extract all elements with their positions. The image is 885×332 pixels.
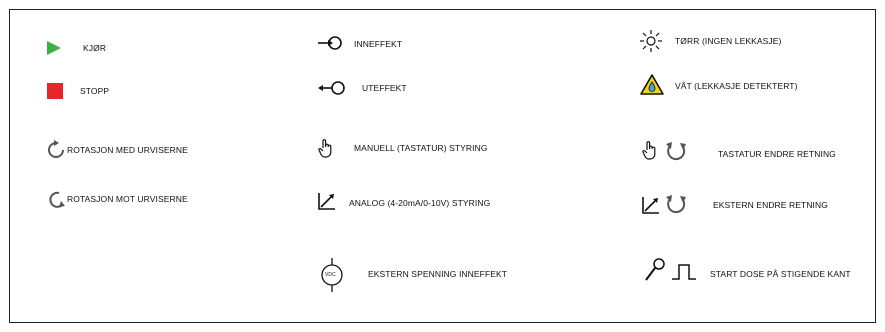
stop-icon — [47, 83, 63, 99]
run-icon — [47, 41, 61, 55]
external-reverse-label: EKSTERN ENDRE RETNING — [713, 200, 828, 210]
run-label: KJØR — [83, 43, 107, 53]
analog-control-label: ANALOG (4-20mA/0-10V) STYRING — [349, 198, 491, 208]
external-reverse-direction-icon — [666, 195, 686, 214]
dose-pipette-icon — [645, 258, 665, 281]
hand-pointer-icon — [318, 139, 332, 158]
manual-control-label: MANUELL (TASTATUR) STYRING — [354, 143, 488, 153]
vdc-text: VDC — [325, 272, 336, 278]
keypad-reverse-label: TASTATUR ENDRE RETNING — [718, 149, 836, 159]
wet-label: VÅT (LEKKASJE DETEKTERT) — [675, 81, 798, 91]
reverse-direction-icon — [666, 142, 686, 161]
wet-warning-icon — [640, 74, 664, 95]
rotation-ccw-label: ROTASJON MOT URVISERNE — [67, 194, 188, 204]
counterclockwise-rotation-icon — [49, 191, 65, 208]
external-voltage-label: EKSTERN SPENNING INNEFFEKT — [368, 269, 508, 279]
dry-label: TØRR (INGEN LEKKASJE) — [675, 36, 782, 46]
external-analog-icon — [642, 197, 659, 214]
analog-signal-icon — [318, 193, 335, 210]
input-icon — [318, 36, 342, 50]
rotation-cw-label: ROTASJON MED URVISERNE — [67, 145, 188, 155]
rising-edge-pulse-icon — [672, 264, 696, 280]
stop-label: STOPP — [80, 86, 110, 96]
dry-sun-icon — [640, 30, 662, 52]
clockwise-rotation-icon — [48, 140, 64, 158]
input-label: INNEFFEKT — [354, 39, 403, 49]
output-label: UTEFFEKT — [362, 83, 407, 93]
output-icon — [318, 81, 345, 95]
start-dose-label: START DOSE PÅ STIGENDE KANT — [710, 269, 851, 279]
keypad-hand-icon — [642, 141, 656, 160]
legend-frame: KJØR STOPP ROTASJON MED URVISERNE ROTASJ… — [9, 9, 876, 323]
